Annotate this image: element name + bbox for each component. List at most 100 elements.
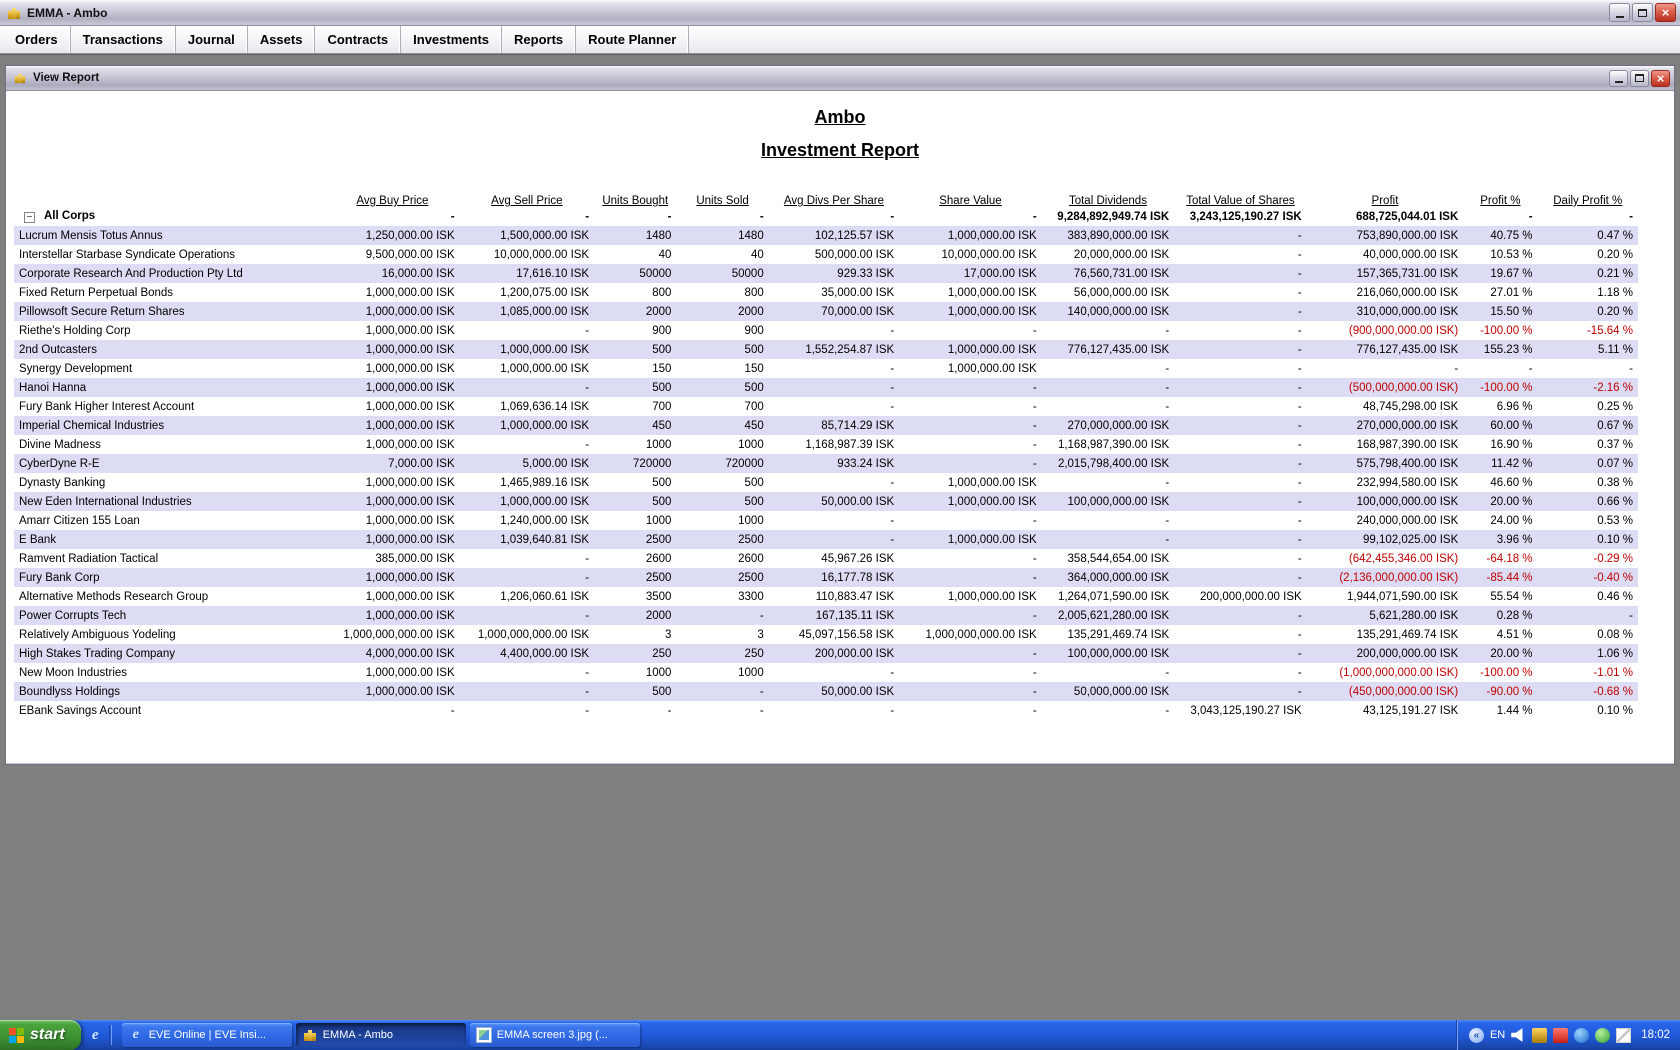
column-header-avg-buy-price[interactable]: Avg Buy Price [325, 187, 459, 207]
cell-value: - [1297, 685, 1302, 698]
report-close-button[interactable]: × [1651, 69, 1670, 87]
cell-value: 1,069,636.14 ISK [500, 400, 590, 413]
cell-value: 50000 [639, 267, 672, 280]
cell-value: - [1297, 571, 1302, 584]
hidden-icons-chevron[interactable]: « [1468, 1027, 1484, 1043]
cell-value: - [1032, 552, 1037, 565]
cell-value: 800 [652, 286, 672, 299]
cell-value: 20,000,000.00 ISK [1073, 248, 1170, 261]
column-header-avg-sell-price[interactable]: Avg Sell Price [460, 187, 594, 207]
column-header-daily-profit[interactable]: Daily Profit % [1538, 187, 1638, 207]
cell-value: -100.00 % [1480, 324, 1533, 337]
cell-value: 0.67 % [1597, 419, 1633, 432]
corp-name: Corporate Research And Production Pty Lt… [19, 267, 243, 280]
menu-item-reports[interactable]: Reports [502, 26, 577, 53]
mail-icon[interactable] [1616, 1027, 1632, 1043]
volume-icon[interactable] [1511, 1028, 1523, 1042]
cell-value: 270,000,000.00 ISK [1067, 419, 1170, 432]
task-button-eve-online-eve-insi[interactable]: e EVE Online | EVE Insi... [121, 1023, 292, 1047]
cell-value: - [1297, 628, 1302, 641]
task-button-emma-ambo[interactable]: EMMA - Ambo [295, 1023, 466, 1047]
cell-value: 500 [652, 495, 672, 508]
report-restore-button[interactable] [1630, 69, 1649, 87]
menu-item-contracts[interactable]: Contracts [315, 26, 402, 53]
cell-value: - [890, 400, 895, 413]
cell-value: - [759, 609, 764, 622]
task-buttons: e EVE Online | EVE Insi... EMMA - Ambo EMMA… [118, 1020, 640, 1050]
cell-value: - [1297, 267, 1302, 280]
cell-value: 2000 [645, 609, 672, 622]
cell-value: 3,043,125,190.27 ISK [1190, 704, 1302, 717]
taskbar-divider [108, 1025, 112, 1045]
maximize-button[interactable] [1632, 3, 1653, 22]
cell-value: 1,000,000.00 ISK [365, 533, 455, 546]
language-indicator[interactable]: EN [1490, 1029, 1505, 1041]
cell-value: 1,000,000.00 ISK [947, 343, 1037, 356]
cell-value: 135,291,469.74 ISK [1356, 628, 1459, 641]
cell-value: 200,000,000.00 ISK [1356, 647, 1459, 660]
column-header-total-dividends[interactable]: Total Dividends [1042, 187, 1174, 207]
cell-value: 1,000,000.00 ISK [365, 609, 455, 622]
cell-value: 15.50 % [1490, 305, 1533, 318]
cell-value: 3,243,125,190.27 ISK [1189, 210, 1302, 223]
cell-value: - [1629, 609, 1633, 622]
cell-value: 900 [652, 324, 672, 337]
cell-value: - [890, 514, 895, 527]
cell-value: 102,125.57 ISK [814, 229, 895, 242]
task-button-emma-screen-3-jpg[interactable]: EMMA screen 3.jpg (... [469, 1023, 640, 1047]
summary-row: − All Corps - - - - - - 9,284,892,949.74 ISK 3,24… [14, 207, 1638, 226]
column-header-units-sold[interactable]: Units Sold [676, 187, 768, 207]
cell-value: 9,500,000.00 ISK [365, 248, 455, 261]
cell-value: 1480 [738, 229, 764, 242]
cell-value: 50,000.00 ISK [821, 685, 895, 698]
update-icon[interactable] [1574, 1027, 1590, 1043]
emma-tray-icon[interactable] [1532, 1027, 1548, 1043]
cell-value: 0.37 % [1597, 438, 1633, 451]
menu-item-journal[interactable]: Journal [176, 26, 248, 53]
quick-launch-browser-icon[interactable]: e [87, 1027, 104, 1044]
cell-value: 0.21 % [1597, 267, 1633, 280]
cell-value: 310,000,000.00 ISK [1356, 305, 1459, 318]
cell-value: 1,000,000.00 ISK [365, 381, 455, 394]
minimize-button[interactable] [1609, 3, 1630, 22]
cell-value: 1,000,000.00 ISK [365, 400, 455, 413]
corp-name: New Eden International Industries [19, 495, 192, 508]
cell-value: 1,000,000.00 ISK [365, 514, 455, 527]
cell-value: 45,967.26 ISK [821, 552, 895, 565]
cell-value: - [1032, 457, 1037, 470]
menu-item-orders[interactable]: Orders [3, 26, 71, 53]
cell-value: - [667, 210, 672, 223]
close-button[interactable]: × [1655, 3, 1676, 22]
column-header-share-value[interactable]: Share Value [899, 187, 1042, 207]
menu-item-investments[interactable]: Investments [401, 26, 503, 53]
column-header-total-value-of-shares[interactable]: Total Value of Shares [1174, 187, 1306, 207]
cell-value: 16,000.00 ISK [381, 267, 455, 280]
column-header-avg-divs-per-share[interactable]: Avg Divs Per Share [769, 187, 899, 207]
cell-value: 1,264,071,590.00 ISK [1057, 590, 1170, 603]
cell-value: 16,177.78 ISK [821, 571, 895, 584]
menu-item-transactions[interactable]: Transactions [71, 26, 176, 53]
collapse-minus-icon[interactable]: − [24, 212, 35, 223]
menu-item-route-planner[interactable]: Route Planner [576, 26, 690, 53]
cell-value: 900 [744, 324, 764, 337]
column-header-units-bought[interactable]: Units Bought [594, 187, 676, 207]
report-minimize-button[interactable] [1609, 69, 1628, 87]
cell-value: 200,000,000.00 ISK [1200, 590, 1302, 603]
cell-value: 1.18 % [1597, 286, 1633, 299]
menu-item-assets[interactable]: Assets [248, 26, 316, 53]
cell-value: 1,168,987,390.00 ISK [1057, 438, 1170, 451]
cell-value: - [1165, 533, 1170, 546]
cell-value: 500 [744, 495, 764, 508]
cell-value: 35,000.00 ISK [821, 286, 895, 299]
messenger-icon[interactable] [1595, 1027, 1611, 1043]
start-button[interactable]: start [0, 1020, 81, 1050]
column-header-profit[interactable]: Profit [1307, 187, 1464, 207]
column-header-profit[interactable]: Profit % [1463, 187, 1537, 207]
cell-value: - [890, 362, 895, 375]
corp-name: Interstellar Starbase Syndicate Operatio… [19, 248, 236, 261]
cell-value: 135,291,469.74 ISK [1067, 628, 1170, 641]
table-row: Relatively Ambiguous Yodeling 1,000,000,0… [14, 625, 1638, 644]
task-label: EMMA screen 3.jpg (... [496, 1029, 608, 1041]
alert-icon[interactable] [1553, 1027, 1569, 1043]
cell-value: 1,000,000.00 ISK [947, 495, 1037, 508]
